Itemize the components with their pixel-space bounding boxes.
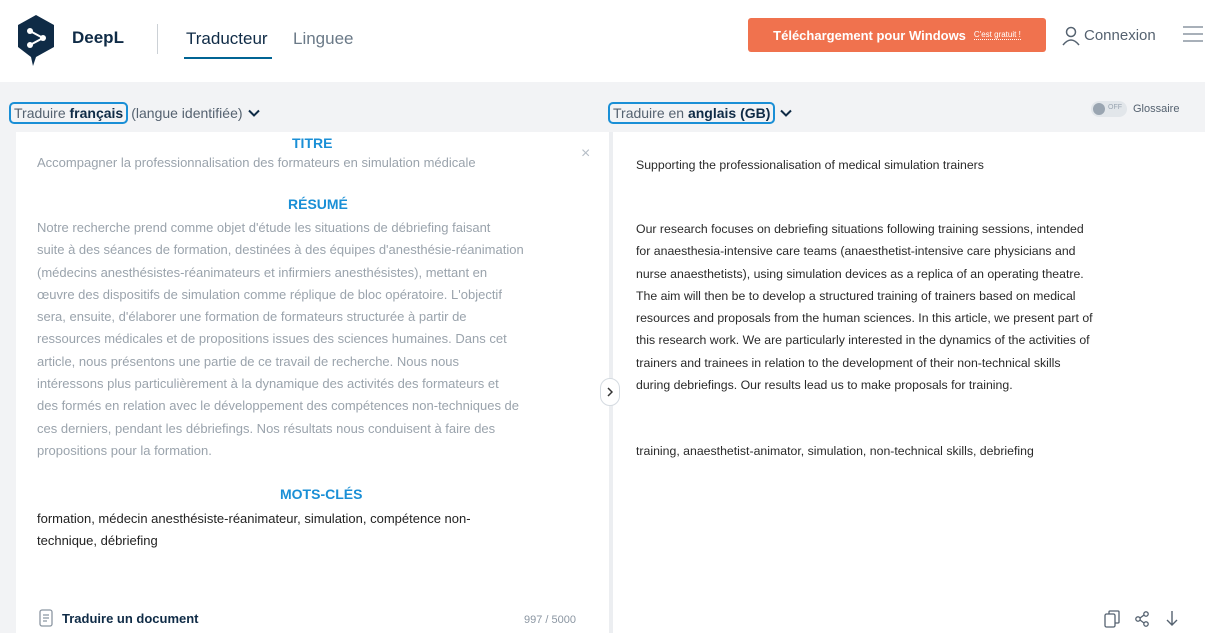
toggle-state-label: OFF — [1108, 104, 1122, 111]
source-abstract-line: (médecins anesthésistes-réanimateurs et … — [37, 264, 488, 280]
target-abstract-line: this research work. We are particularly … — [636, 333, 1090, 348]
source-abstract-line: Notre recherche prend comme objet d'étud… — [37, 220, 491, 235]
download-free-badge: C'est gratuit ! — [973, 30, 1021, 40]
source-lang-name: français — [69, 105, 124, 121]
target-actions — [1104, 610, 1180, 628]
source-keywords-line: formation, médecin anesthésiste-réanimat… — [37, 511, 471, 526]
translate-document-button[interactable]: Traduire un document — [39, 609, 199, 627]
document-icon — [39, 609, 53, 627]
target-abstract-line: nurse anaesthetists), using simulation d… — [636, 266, 1084, 281]
download-button-label: Téléchargement pour Windows — [773, 27, 966, 43]
download-icon[interactable] — [1164, 610, 1180, 628]
target-abstract-line: for anaesthesia-intensive care teams (an… — [636, 244, 1076, 259]
hamburger-menu-icon[interactable] — [1182, 24, 1204, 44]
source-keywords-heading: MOTS-CLÉS — [280, 486, 363, 502]
target-abstract-text: Our research focuses on debriefing situa… — [636, 218, 1093, 396]
target-abstract-line: trainers and trainees in relation to the… — [636, 355, 1061, 370]
target-lang-name: anglais (GB) — [687, 105, 771, 121]
source-title-text[interactable]: Accompagner la professionnalisation des … — [37, 152, 476, 174]
source-language-selector[interactable]: Traduire français (langue identifiée) — [9, 102, 260, 124]
download-windows-button[interactable]: Téléchargement pour Windows C'est gratui… — [748, 18, 1046, 52]
source-abstract-line: article, nous présentons une partie de c… — [37, 353, 460, 369]
target-language-highlight: Traduire en anglais (GB) — [608, 102, 776, 124]
tab-translator[interactable]: Traducteur — [186, 29, 268, 49]
target-language-selector[interactable]: Traduire en anglais (GB) — [608, 102, 793, 124]
glossary-label: Glossaire — [1133, 103, 1180, 115]
source-abstract-line: œuvre des dispositifs de simulation comm… — [37, 286, 502, 302]
target-abstract-line: The aim will then be to develop a struct… — [636, 288, 1076, 303]
user-icon[interactable] — [1062, 26, 1080, 46]
glossary-switch[interactable]: OFF — [1091, 101, 1127, 117]
active-tab-indicator — [184, 57, 272, 59]
target-abstract-line: Our research focuses on debriefing situa… — [636, 222, 1084, 236]
source-abstract-line: ces derniers, pendant les débriefings. N… — [37, 420, 496, 436]
source-abstract-line: des formés en relation avec le développe… — [37, 398, 520, 414]
tab-linguee[interactable]: Linguee — [293, 29, 354, 49]
source-lang-prefix: Traduire — [14, 105, 66, 121]
source-lang-detected: (langue identifiée) — [131, 105, 243, 121]
chevron-down-icon — [247, 109, 260, 117]
target-title-text: Supporting the professionalisation of me… — [636, 158, 984, 172]
header-separator — [157, 24, 158, 54]
translate-document-label: Traduire un document — [62, 610, 199, 626]
glossary-toggle[interactable]: OFF Glossaire — [1091, 101, 1179, 117]
brand-name[interactable]: DeepL — [72, 28, 124, 48]
source-keywords-line: technique, débriefing — [37, 533, 158, 548]
share-icon[interactable] — [1134, 610, 1150, 628]
target-lang-prefix: Traduire en — [613, 105, 685, 121]
source-abstract-heading: RÉSUMÉ — [288, 196, 348, 212]
chevron-right-icon — [607, 387, 613, 397]
top-header: DeepL Traducteur Linguee Téléchargement … — [0, 0, 1205, 82]
login-link[interactable]: Connexion — [1084, 27, 1156, 44]
target-abstract-line: during debriefings. Our results lead us … — [636, 378, 1013, 393]
character-counter: 997 / 5000 — [524, 614, 576, 626]
copy-icon[interactable] — [1104, 610, 1120, 628]
source-language-highlight: Traduire français — [9, 102, 129, 124]
source-abstract-text[interactable]: Notre recherche prend comme objet d'étud… — [37, 217, 524, 462]
source-abstract-line: intéressons plus particulièrement à la d… — [37, 376, 499, 392]
swap-languages-button[interactable] — [600, 378, 620, 406]
source-abstract-line: sera, ensuite, d'élaborer une formation … — [37, 309, 467, 325]
source-abstract-line: ressources médicales et de propositions … — [37, 331, 507, 347]
target-keywords-text: training, anaesthetist-animator, simulat… — [636, 444, 1034, 458]
clear-text-icon[interactable]: × — [581, 145, 590, 163]
deepl-logo-icon[interactable] — [16, 14, 56, 68]
toggle-knob — [1093, 103, 1105, 115]
source-title-heading: TITRE — [292, 135, 333, 151]
source-keywords-text[interactable]: formation, médecin anesthésiste-réanimat… — [37, 508, 471, 552]
chevron-down-icon — [780, 109, 793, 117]
source-abstract-line: propositions pour la formation. — [37, 442, 212, 458]
source-abstract-line: suite à des séances de formation, destin… — [37, 242, 524, 258]
target-abstract-line: resources and proposals from the human s… — [636, 311, 1093, 326]
